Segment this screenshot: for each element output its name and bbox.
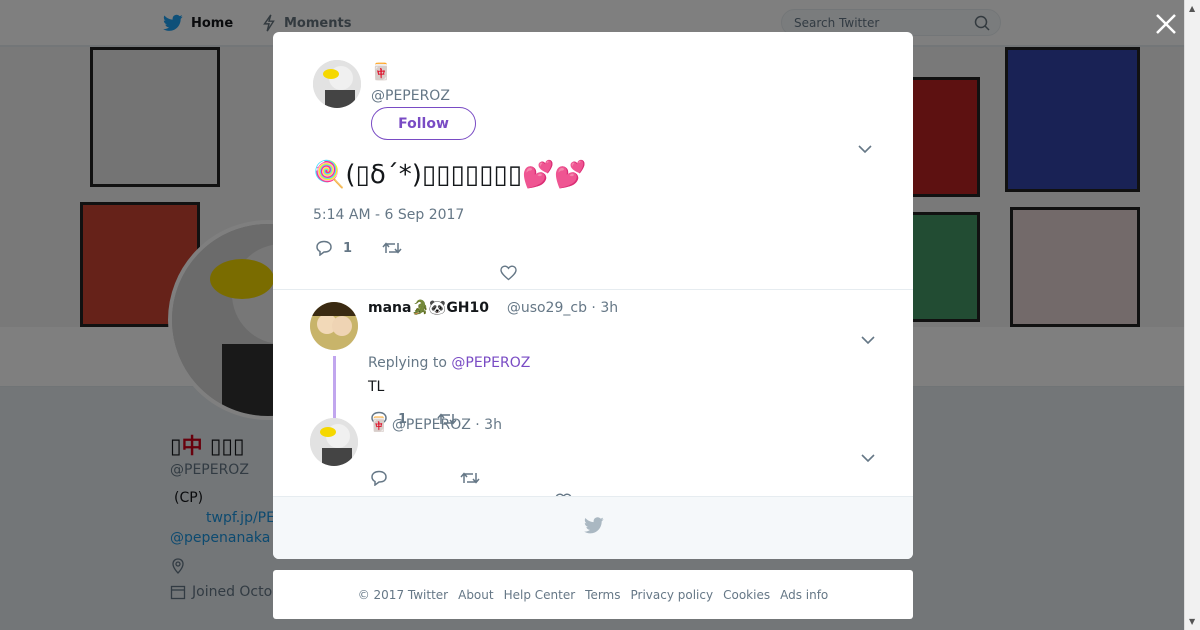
footer-link-terms[interactable]: Terms bbox=[585, 588, 620, 602]
reply-author-handle[interactable]: @PEPEROZ bbox=[392, 417, 471, 433]
reply-icon bbox=[316, 240, 332, 256]
replying-to-link[interactable]: @PEPEROZ bbox=[451, 355, 530, 371]
reply-text: TL bbox=[368, 379, 385, 395]
tweet-actions: 1 bbox=[315, 240, 442, 256]
footer-link-ads-info[interactable]: Ads info bbox=[780, 588, 828, 602]
footer-link-help-center[interactable]: Help Center bbox=[504, 588, 576, 602]
scroll-down-arrow-icon[interactable]: ▼ bbox=[1189, 617, 1195, 626]
retweet-icon bbox=[460, 472, 480, 484]
reply-author-handle[interactable]: @uso29_cb bbox=[507, 300, 587, 316]
follow-button[interactable]: Follow bbox=[371, 107, 476, 140]
chevron-down-icon[interactable] bbox=[861, 453, 875, 463]
close-icon[interactable] bbox=[1154, 12, 1178, 36]
reply-tweet[interactable]: 🀄 @PEPEROZ · 3h bbox=[273, 408, 913, 496]
replying-to-prefix: Replying to bbox=[368, 355, 447, 371]
reply-time[interactable]: · 3h bbox=[591, 300, 618, 316]
retweet-action[interactable] bbox=[382, 241, 412, 255]
reply-tweet[interactable]: mana🐊🐼GH10 @uso29_cb · 3h Replying to @P… bbox=[273, 290, 913, 427]
reply-count: 1 bbox=[343, 240, 353, 256]
retweet-icon bbox=[382, 242, 402, 254]
twitter-bird-icon bbox=[584, 517, 604, 534]
reply-actions bbox=[370, 470, 520, 486]
footer-link-about[interactable]: About bbox=[458, 588, 493, 602]
replying-to: Replying to @PEPEROZ bbox=[368, 355, 530, 371]
reply-icon bbox=[371, 470, 387, 486]
tweet-timestamp[interactable]: 5:14 AM - 6 Sep 2017 bbox=[313, 207, 464, 223]
reply-author-name[interactable]: mana🐊🐼GH10 bbox=[368, 300, 489, 316]
avatar-illustration-icon bbox=[310, 302, 358, 350]
reply-time[interactable]: · 3h bbox=[475, 417, 502, 433]
author-handle[interactable]: @PEPEROZ bbox=[371, 88, 450, 104]
avatar-illustration-icon bbox=[313, 60, 361, 108]
reply-action[interactable] bbox=[370, 470, 398, 486]
scroll-up-arrow-icon[interactable]: ▲ bbox=[1189, 4, 1195, 13]
retweet-action[interactable] bbox=[460, 471, 490, 485]
reply-header: mana🐊🐼GH10 @uso29_cb · 3h bbox=[368, 300, 618, 316]
like-heart-icon[interactable] bbox=[500, 265, 517, 281]
page-scrollbar[interactable]: ▲ ▼ bbox=[1184, 0, 1200, 630]
permalink-tweet: 🀄 @PEPEROZ Follow 🍭(▯δ´*)▯▯▯▯▯▯▯💕💕 5:14 … bbox=[273, 32, 913, 290]
reply-header: 🀄 @PEPEROZ · 3h bbox=[370, 417, 502, 433]
chevron-down-icon[interactable] bbox=[858, 144, 872, 154]
chevron-down-icon[interactable] bbox=[861, 335, 875, 345]
footer-copyright: © 2017 Twitter bbox=[357, 587, 449, 602]
reply-author-avatar[interactable] bbox=[310, 418, 358, 466]
avatar-illustration-icon bbox=[310, 418, 358, 466]
footer-link-cookies[interactable]: Cookies bbox=[723, 588, 770, 602]
footer-link-privacy-policy[interactable]: Privacy policy bbox=[631, 588, 714, 602]
reply-author-name[interactable]: 🀄 bbox=[370, 417, 387, 433]
reply-action[interactable]: 1 bbox=[315, 240, 352, 256]
author-display-name: 🀄 bbox=[371, 62, 391, 81]
reply-author-avatar[interactable] bbox=[310, 302, 358, 350]
tweet-permalink-modal: 🀄 @PEPEROZ Follow 🍭(▯δ´*)▯▯▯▯▯▯▯💕💕 5:14 … bbox=[273, 32, 913, 559]
site-footer: © 2017 Twitter About Help Center Terms P… bbox=[273, 570, 913, 619]
author-name[interactable]: 🀄 bbox=[371, 62, 391, 81]
author-avatar[interactable] bbox=[313, 60, 361, 108]
modal-footer bbox=[273, 496, 913, 559]
tweet-text: 🍭(▯δ´*)▯▯▯▯▯▯▯💕💕 bbox=[313, 160, 587, 190]
